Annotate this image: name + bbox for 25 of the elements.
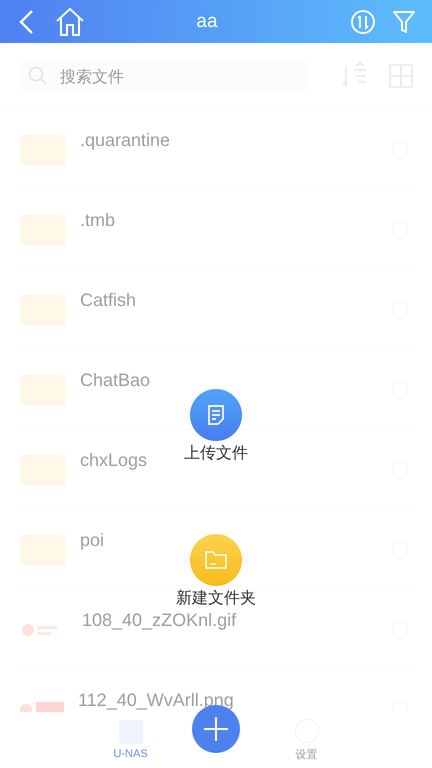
nav-tab[interactable]: U-NAS <box>113 720 148 760</box>
file-name: .quarantine <box>80 130 170 151</box>
search-input[interactable]: 搜索文件 <box>58 66 182 86</box>
file-name: 108_40_zZOKnl.gif <box>82 610 236 631</box>
file-name: 112_40_WvArll.png <box>78 690 234 711</box>
action-label: 新建文件夹 <box>176 588 256 609</box>
sort-icon[interactable] <box>350 8 376 34</box>
action-button[interactable] <box>190 534 242 586</box>
file-name: chxLogs <box>80 450 148 471</box>
action-button[interactable] <box>190 389 242 441</box>
back-icon[interactable] <box>18 8 34 34</box>
file-name: poi <box>80 530 104 551</box>
file-name: .tmb <box>80 210 116 231</box>
plus-icon <box>203 716 229 742</box>
file-row[interactable]: Catfish <box>16 270 416 350</box>
window-title: aa <box>195 10 219 32</box>
file-name: ChatBao <box>80 370 150 391</box>
home-icon[interactable] <box>54 6 86 36</box>
action-label: 上传文件 <box>184 443 248 464</box>
file-name: Catfish <box>80 290 136 311</box>
filter-icon[interactable] <box>392 8 416 34</box>
file-row[interactable]: .quarantine <box>16 110 416 190</box>
folder-icon <box>204 550 228 570</box>
document-icon <box>206 404 226 426</box>
file-row[interactable]: .tmb <box>16 190 416 270</box>
